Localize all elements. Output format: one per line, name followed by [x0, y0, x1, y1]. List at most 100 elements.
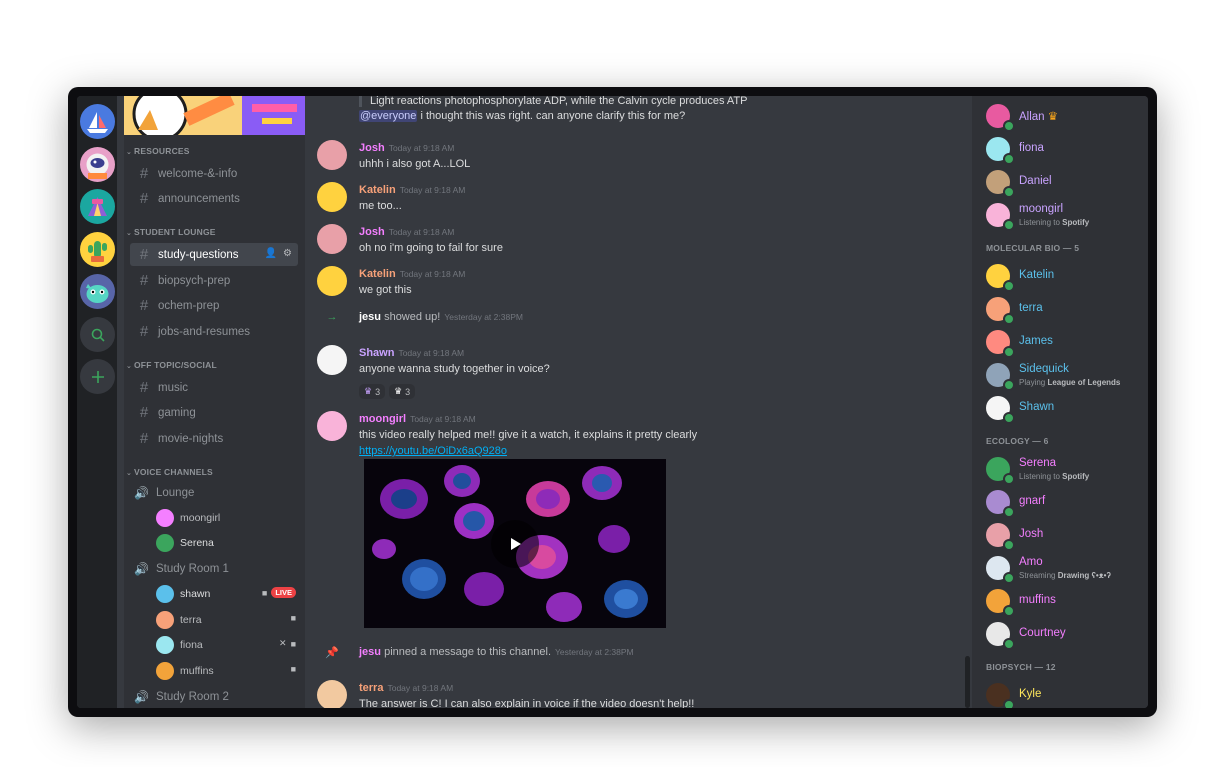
author-name[interactable]: Shawn: [359, 347, 394, 359]
member-item[interactable]: moongirl Listening to Spotify: [986, 200, 1146, 231]
author-name[interactable]: terra: [359, 682, 383, 694]
server-icon-sailboat[interactable]: [80, 104, 115, 139]
channel-movie-nights[interactable]: # movie-nights: [130, 427, 298, 450]
online-status-icon: [1003, 120, 1015, 132]
avatar[interactable]: [317, 680, 347, 708]
voice-user[interactable]: moongirl: [156, 507, 296, 529]
timestamp: Yesterday at 2:38PM: [555, 647, 634, 657]
search-icon: [91, 328, 105, 342]
hash-icon: #: [139, 430, 149, 447]
hash-icon: #: [139, 165, 149, 182]
hash-icon: #: [139, 323, 149, 340]
voice-user[interactable]: fiona ✕ ■: [156, 634, 296, 656]
message-text: The answer is C! I can also explain in v…: [359, 698, 695, 708]
author-name[interactable]: Josh: [359, 226, 385, 238]
voice-channel-lounge[interactable]: 🔊 Lounge: [134, 482, 194, 504]
avatar[interactable]: [317, 266, 347, 296]
member-item[interactable]: Daniel: [986, 167, 1146, 198]
avatar[interactable]: [317, 345, 347, 375]
plus-icon: [91, 370, 104, 383]
explore-servers-button[interactable]: [80, 317, 115, 352]
avatar: [156, 534, 174, 552]
channel-jobs-and-resumes[interactable]: # jobs-and-resumes: [130, 320, 298, 343]
category-off-topic[interactable]: ⌄ OFF TOPIC/SOCIAL: [126, 360, 217, 370]
video-icon: ■: [290, 664, 296, 674]
gear-icon[interactable]: ⚙: [283, 248, 292, 259]
chat-area: Light reactions photophosphorylate ADP, …: [305, 96, 972, 708]
member-item[interactable]: terra: [986, 294, 1146, 325]
video-icon: ■: [261, 587, 268, 598]
avatar[interactable]: [317, 182, 347, 212]
member-item[interactable]: Josh: [986, 520, 1146, 551]
author-name[interactable]: Katelin: [359, 184, 396, 196]
member-item[interactable]: Katelin: [986, 261, 1146, 292]
online-status-icon: [1003, 313, 1015, 325]
author-name[interactable]: jesu: [359, 311, 381, 323]
creature-icon: [86, 284, 109, 303]
voice-user[interactable]: muffins ■: [156, 660, 296, 682]
member-item[interactable]: James: [986, 327, 1146, 358]
timestamp: Today at 9:18 AM: [388, 227, 455, 237]
reaction[interactable]: ♛ 3: [389, 384, 416, 399]
invite-icon[interactable]: 👤: [265, 248, 277, 259]
add-server-button[interactable]: [80, 359, 115, 394]
member-item[interactable]: muffins: [986, 586, 1146, 617]
member-item[interactable]: Courtney: [986, 619, 1146, 650]
timestamp: Today at 9:18 AM: [410, 414, 476, 424]
server-icon-tent[interactable]: [80, 189, 115, 224]
author-name[interactable]: Josh: [359, 142, 385, 154]
timestamp: Today at 9:18 AM: [388, 143, 455, 153]
avatar[interactable]: [317, 140, 347, 170]
play-button[interactable]: [491, 520, 539, 568]
member-item[interactable]: Serena Listening to Spotify: [986, 454, 1146, 485]
channel-music[interactable]: # music: [130, 376, 298, 399]
hash-icon: #: [139, 297, 149, 314]
video-link[interactable]: https://youtu.be/OiDx6aQ928o: [359, 445, 507, 457]
author-name[interactable]: moongirl: [359, 413, 406, 425]
member-item[interactable]: Allan ♛: [986, 101, 1146, 132]
member-item[interactable]: gnarf: [986, 487, 1146, 518]
voice-channel-study-room-2[interactable]: 🔊 Study Room 2: [134, 686, 229, 708]
member-item[interactable]: Shawn: [986, 393, 1146, 424]
crown-icon: ♛: [1047, 111, 1059, 123]
chat-scrollbar[interactable]: [965, 656, 970, 708]
voice-user[interactable]: shawn ■ LIVE: [156, 583, 296, 605]
avatar: [156, 662, 174, 680]
voice-user[interactable]: terra ■: [156, 609, 296, 631]
avatar[interactable]: [317, 411, 347, 441]
cactus-icon: [88, 241, 107, 262]
server-icon-creature[interactable]: [80, 274, 115, 309]
member-item[interactable]: Sidequick Playing League of Legends: [986, 360, 1146, 391]
message-text: anyone wanna study together in voice?: [359, 363, 550, 375]
category-resources[interactable]: ⌄ RESOURCES: [126, 146, 190, 156]
channel-ochem-prep[interactable]: # ochem-prep: [130, 294, 298, 317]
channel-welcome-info[interactable]: # welcome-&-info: [130, 162, 298, 185]
server-icon-astronaut[interactable]: [80, 147, 115, 182]
banner-illustration: [124, 96, 305, 135]
reaction[interactable]: ♛ 3: [359, 384, 386, 399]
video-embed[interactable]: [364, 459, 666, 628]
everyone-mention[interactable]: @everyone: [359, 110, 418, 122]
online-status-icon: [1003, 506, 1015, 518]
timestamp: Today at 9:18 AM: [387, 683, 454, 693]
avatar: [156, 509, 174, 527]
author-name[interactable]: Katelin: [359, 268, 396, 280]
voice-user[interactable]: Serena: [156, 532, 296, 554]
member-item[interactable]: fiona: [986, 134, 1146, 165]
member-item[interactable]: Amo Streaming Drawing ʕ•ᴥ•ʔ: [986, 553, 1146, 584]
channel-announcements[interactable]: # announcements: [130, 187, 298, 210]
channel-study-questions[interactable]: # study-questions 👤 ⚙: [130, 243, 298, 266]
voice-channel-study-room-1[interactable]: 🔊 Study Room 1: [134, 558, 229, 580]
member-group-header: BIOPSYCH — 12: [986, 662, 1056, 672]
member-item[interactable]: Kyle: [986, 680, 1146, 708]
online-status-icon: [1003, 605, 1015, 617]
author-name[interactable]: jesu: [359, 646, 381, 658]
server-icon-cactus[interactable]: [80, 232, 115, 267]
avatar[interactable]: [317, 224, 347, 254]
crown-emoji-icon: ♛: [364, 386, 373, 396]
channel-biopsych-prep[interactable]: # biopsych-prep: [130, 269, 298, 292]
hash-icon: #: [139, 272, 149, 289]
category-student-lounge[interactable]: ⌄ STUDENT LOUNGE: [126, 227, 216, 237]
channel-gaming[interactable]: # gaming: [130, 401, 298, 424]
category-voice-channels[interactable]: ⌄ VOICE CHANNELS: [126, 467, 213, 477]
